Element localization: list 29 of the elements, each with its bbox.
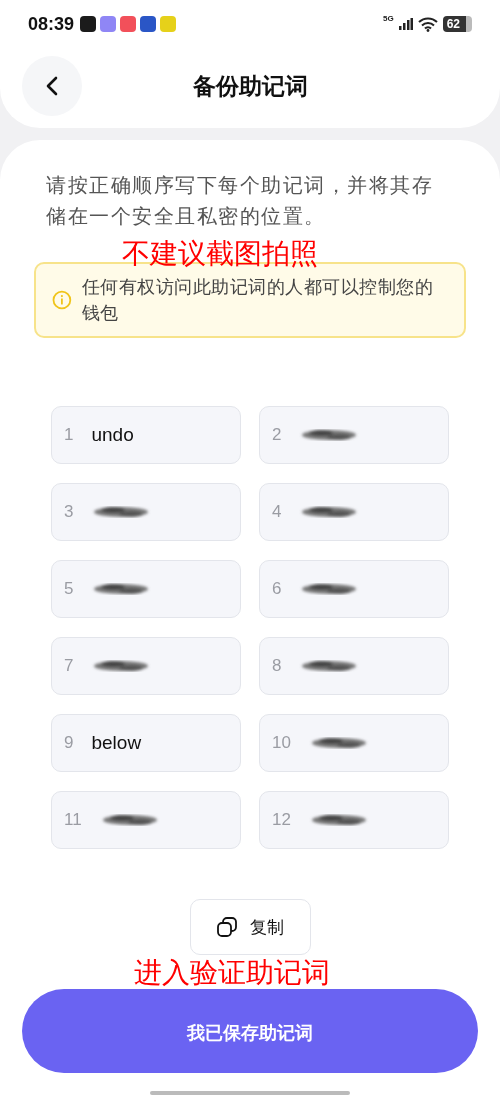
word-number: 8: [272, 656, 282, 676]
word-number: 1: [64, 425, 74, 445]
word-number: 7: [64, 656, 74, 676]
warning-text: 任何有权访问此助记词的人都可以控制您的钱包: [81, 276, 435, 325]
signal-icon: [398, 18, 413, 30]
word-text: below: [91, 732, 142, 754]
word-number: 11: [64, 810, 82, 830]
status-time: 08:39: [28, 13, 75, 35]
word-number: 2: [272, 425, 282, 445]
word-number: 10: [272, 733, 291, 753]
word-number: 6: [272, 579, 282, 599]
copy-button[interactable]: 复制: [189, 899, 311, 955]
save-confirm-button[interactable]: 我已保存助记词: [22, 989, 478, 1073]
word-number: 3: [64, 502, 74, 522]
word-number: 4: [272, 502, 282, 522]
word-number: 5: [64, 579, 74, 599]
word-text: undo: [91, 424, 134, 446]
network-label: 5G: [382, 14, 394, 23]
page-title: 备份助记词: [191, 71, 309, 101]
annotation-text: 不建议截图拍照: [122, 240, 318, 268]
battery-indicator: 62: [442, 16, 472, 32]
word-number: 9: [64, 733, 74, 753]
back-icon: [46, 76, 58, 96]
word-number: 12: [272, 810, 291, 830]
annotation-text: 进入验证助记词: [134, 959, 330, 987]
wifi-icon: [417, 16, 438, 32]
info-icon: [52, 290, 72, 310]
instruction-text: 请按正确顺序写下每个助记词，并将其存储在一个安全且私密的位置。: [46, 172, 434, 230]
copy-icon: [216, 916, 238, 938]
